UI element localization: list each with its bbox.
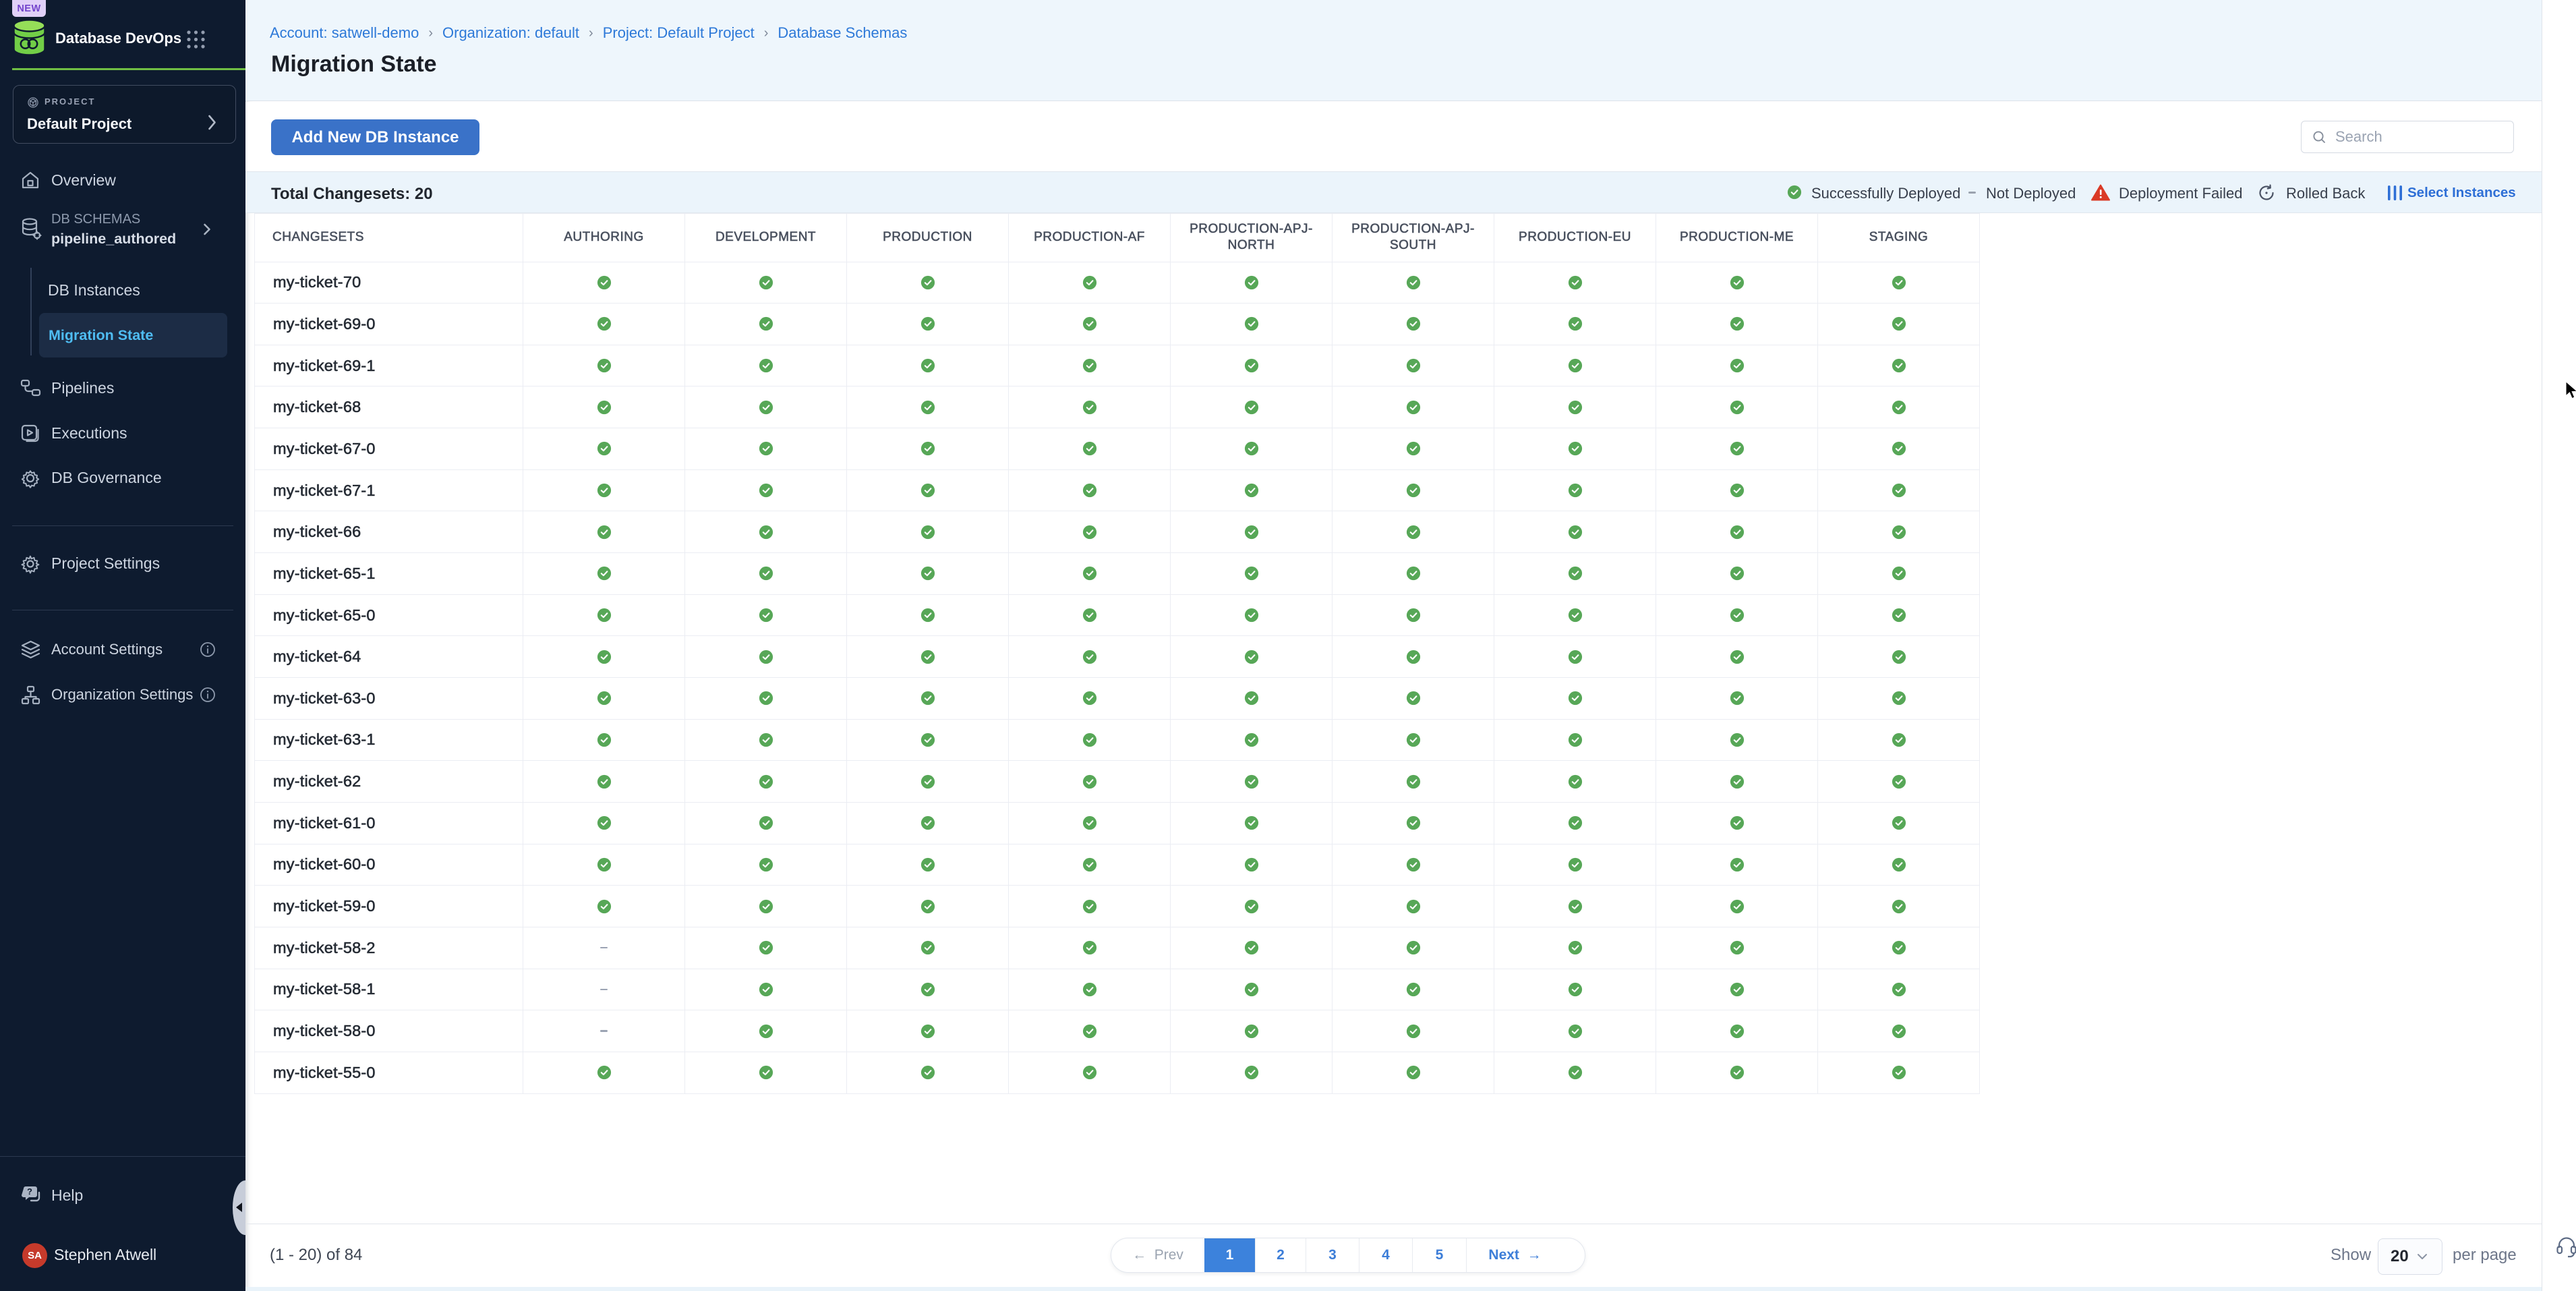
svg-text:?: ? [27, 1186, 32, 1197]
